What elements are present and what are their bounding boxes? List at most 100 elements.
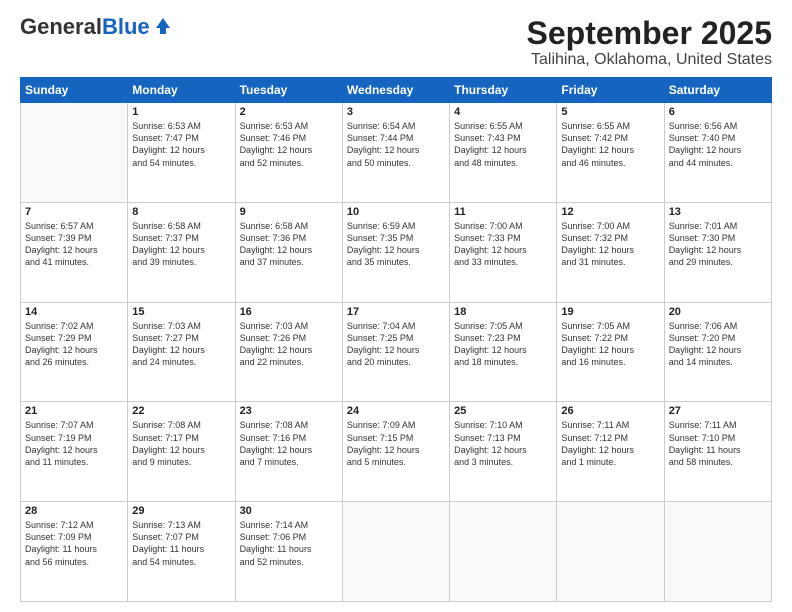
calendar-cell: 20 Sunrise: 7:06 AM Sunset: 7:20 PM Dayli…	[664, 302, 771, 402]
day-info: Sunrise: 7:08 AM Sunset: 7:16 PM Dayligh…	[240, 419, 338, 468]
day-number: 20	[669, 306, 767, 318]
calendar-cell: 25Sunrise: 7:10 AM Sunset: 7:13 PM Dayli…	[450, 402, 557, 502]
calendar-subtitle: Talihina, Oklahoma, United States	[527, 51, 772, 69]
calendar-title: September 2025	[527, 16, 772, 51]
header-row: Sunday Monday Tuesday Wednesday Thursday…	[21, 78, 772, 103]
calendar-cell: 9 Sunrise: 6:58 AM Sunset: 7:36 PM Daylig…	[235, 202, 342, 302]
day-info: Sunrise: 6:55 AM Sunset: 7:43 PM Dayligh…	[454, 120, 552, 169]
day-info: Sunrise: 7:11 AM Sunset: 7:10 PM Dayligh…	[669, 419, 767, 468]
calendar-cell: 27 Sunrise: 7:11 AM Sunset: 7:10 PM Dayli…	[664, 402, 771, 502]
calendar-cell: 26 Sunrise: 7:11 AM Sunset: 7:12 PM Dayli…	[557, 402, 664, 502]
day-info: Sunrise: 6:53 AM Sunset: 7:46 PM Dayligh…	[240, 120, 338, 169]
calendar-cell: 10Sunrise: 6:59 AM Sunset: 7:35 PM Dayli…	[342, 202, 449, 302]
day-info: Sunrise: 6:58 AM Sunset: 7:36 PM Dayligh…	[240, 220, 338, 269]
day-number: 9	[240, 206, 338, 218]
day-info: Sunrise: 6:53 AM Sunset: 7:47 PM Dayligh…	[132, 120, 230, 169]
day-number: 22	[132, 405, 230, 417]
col-saturday: Saturday	[664, 78, 771, 103]
logo-icon	[152, 14, 174, 36]
calendar-body: 1 Sunrise: 6:53 AM Sunset: 7:47 PM Daylig…	[21, 103, 772, 602]
title-block: September 2025 Talihina, Oklahoma, Unite…	[527, 16, 772, 69]
day-number: 13	[669, 206, 767, 218]
logo-text: GeneralBlue	[20, 16, 150, 38]
logo: GeneralBlue	[20, 16, 174, 38]
calendar-cell: 19 Sunrise: 7:05 AM Sunset: 7:22 PM Dayli…	[557, 302, 664, 402]
day-number: 15	[132, 306, 230, 318]
day-info: Sunrise: 6:55 AM Sunset: 7:42 PM Dayligh…	[561, 120, 659, 169]
day-info: Sunrise: 6:54 AM Sunset: 7:44 PM Dayligh…	[347, 120, 445, 169]
day-number: 24	[347, 405, 445, 417]
day-info: Sunrise: 7:09 AM Sunset: 7:15 PM Dayligh…	[347, 419, 445, 468]
day-number: 1	[132, 106, 230, 118]
calendar-week-3: 14Sunrise: 7:02 AM Sunset: 7:29 PM Dayli…	[21, 302, 772, 402]
calendar-cell: 5 Sunrise: 6:55 AM Sunset: 7:42 PM Daylig…	[557, 103, 664, 203]
calendar-cell: 11 Sunrise: 7:00 AM Sunset: 7:33 PM Dayli…	[450, 202, 557, 302]
day-number: 12	[561, 206, 659, 218]
col-monday: Monday	[128, 78, 235, 103]
day-info: Sunrise: 7:10 AM Sunset: 7:13 PM Dayligh…	[454, 419, 552, 468]
day-number: 2	[240, 106, 338, 118]
day-info: Sunrise: 7:03 AM Sunset: 7:27 PM Dayligh…	[132, 320, 230, 369]
calendar-cell: 6 Sunrise: 6:56 AM Sunset: 7:40 PM Daylig…	[664, 103, 771, 203]
calendar-cell	[664, 502, 771, 602]
col-tuesday: Tuesday	[235, 78, 342, 103]
calendar-cell: 23Sunrise: 7:08 AM Sunset: 7:16 PM Dayli…	[235, 402, 342, 502]
day-number: 16	[240, 306, 338, 318]
calendar-cell: 14Sunrise: 7:02 AM Sunset: 7:29 PM Dayli…	[21, 302, 128, 402]
calendar-cell	[557, 502, 664, 602]
day-number: 29	[132, 505, 230, 517]
day-number: 28	[25, 505, 123, 517]
calendar-cell: 24 Sunrise: 7:09 AM Sunset: 7:15 PM Dayli…	[342, 402, 449, 502]
day-info: Sunrise: 7:05 AM Sunset: 7:23 PM Dayligh…	[454, 320, 552, 369]
col-friday: Friday	[557, 78, 664, 103]
day-number: 8	[132, 206, 230, 218]
day-info: Sunrise: 7:04 AM Sunset: 7:25 PM Dayligh…	[347, 320, 445, 369]
day-info: Sunrise: 6:58 AM Sunset: 7:37 PM Dayligh…	[132, 220, 230, 269]
calendar-week-5: 28Sunrise: 7:12 AM Sunset: 7:09 PM Dayli…	[21, 502, 772, 602]
col-sunday: Sunday	[21, 78, 128, 103]
day-info: Sunrise: 7:02 AM Sunset: 7:29 PM Dayligh…	[25, 320, 123, 369]
day-info: Sunrise: 7:06 AM Sunset: 7:20 PM Dayligh…	[669, 320, 767, 369]
calendar-week-4: 21 Sunrise: 7:07 AM Sunset: 7:19 PM Dayli…	[21, 402, 772, 502]
calendar-cell: 8 Sunrise: 6:58 AM Sunset: 7:37 PM Daylig…	[128, 202, 235, 302]
calendar-cell: 7Sunrise: 6:57 AM Sunset: 7:39 PM Daylig…	[21, 202, 128, 302]
calendar-cell: 13 Sunrise: 7:01 AM Sunset: 7:30 PM Dayli…	[664, 202, 771, 302]
col-wednesday: Wednesday	[342, 78, 449, 103]
day-info: Sunrise: 6:59 AM Sunset: 7:35 PM Dayligh…	[347, 220, 445, 269]
day-number: 30	[240, 505, 338, 517]
day-info: Sunrise: 7:13 AM Sunset: 7:07 PM Dayligh…	[132, 519, 230, 568]
day-number: 26	[561, 405, 659, 417]
calendar-cell: 21 Sunrise: 7:07 AM Sunset: 7:19 PM Dayli…	[21, 402, 128, 502]
day-number: 19	[561, 306, 659, 318]
day-info: Sunrise: 7:03 AM Sunset: 7:26 PM Dayligh…	[240, 320, 338, 369]
day-number: 4	[454, 106, 552, 118]
page: GeneralBlue September 2025 Talihina, Okl…	[0, 0, 792, 612]
day-info: Sunrise: 7:00 AM Sunset: 7:33 PM Dayligh…	[454, 220, 552, 269]
day-info: Sunrise: 7:05 AM Sunset: 7:22 PM Dayligh…	[561, 320, 659, 369]
day-number: 6	[669, 106, 767, 118]
day-info: Sunrise: 7:08 AM Sunset: 7:17 PM Dayligh…	[132, 419, 230, 468]
day-number: 27	[669, 405, 767, 417]
day-number: 21	[25, 405, 123, 417]
calendar-week-2: 7Sunrise: 6:57 AM Sunset: 7:39 PM Daylig…	[21, 202, 772, 302]
day-info: Sunrise: 7:01 AM Sunset: 7:30 PM Dayligh…	[669, 220, 767, 269]
day-number: 5	[561, 106, 659, 118]
day-info: Sunrise: 7:14 AM Sunset: 7:06 PM Dayligh…	[240, 519, 338, 568]
calendar-cell: 2 Sunrise: 6:53 AM Sunset: 7:46 PM Daylig…	[235, 103, 342, 203]
calendar-table: Sunday Monday Tuesday Wednesday Thursday…	[20, 77, 772, 602]
calendar-cell: 1 Sunrise: 6:53 AM Sunset: 7:47 PM Daylig…	[128, 103, 235, 203]
calendar-cell	[21, 103, 128, 203]
calendar-cell: 18Sunrise: 7:05 AM Sunset: 7:23 PM Dayli…	[450, 302, 557, 402]
day-info: Sunrise: 6:56 AM Sunset: 7:40 PM Dayligh…	[669, 120, 767, 169]
day-info: Sunrise: 7:07 AM Sunset: 7:19 PM Dayligh…	[25, 419, 123, 468]
calendar-cell: 3Sunrise: 6:54 AM Sunset: 7:44 PM Daylig…	[342, 103, 449, 203]
day-info: Sunrise: 6:57 AM Sunset: 7:39 PM Dayligh…	[25, 220, 123, 269]
day-number: 17	[347, 306, 445, 318]
day-number: 11	[454, 206, 552, 218]
calendar-cell	[450, 502, 557, 602]
calendar-cell: 15 Sunrise: 7:03 AM Sunset: 7:27 PM Dayli…	[128, 302, 235, 402]
col-thursday: Thursday	[450, 78, 557, 103]
day-info: Sunrise: 7:11 AM Sunset: 7:12 PM Dayligh…	[561, 419, 659, 468]
calendar-header: Sunday Monday Tuesday Wednesday Thursday…	[21, 78, 772, 103]
day-info: Sunrise: 7:00 AM Sunset: 7:32 PM Dayligh…	[561, 220, 659, 269]
